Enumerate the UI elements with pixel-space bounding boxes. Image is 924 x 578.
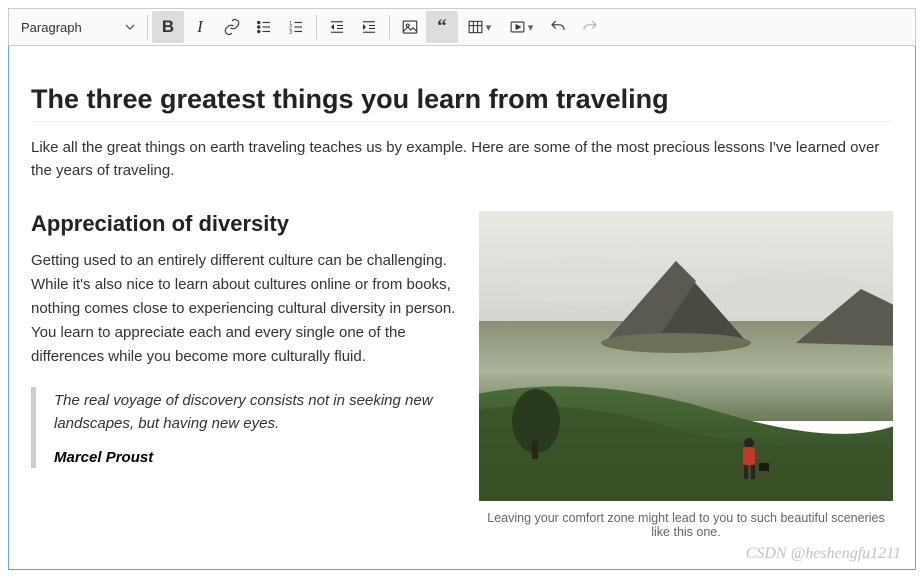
image-button[interactable] <box>394 11 426 43</box>
svg-text:3: 3 <box>289 30 292 36</box>
indent-icon <box>360 18 378 36</box>
link-icon <box>223 18 241 36</box>
image-icon <box>401 18 419 36</box>
body-paragraph[interactable]: Getting used to an entirely different cu… <box>31 249 461 369</box>
chevron-down-icon: ▾ <box>486 21 492 34</box>
link-button[interactable] <box>216 11 248 43</box>
bold-icon: B <box>162 17 174 37</box>
separator <box>316 15 317 39</box>
bold-button[interactable]: B <box>152 11 184 43</box>
blockquote[interactable]: The real voyage of discovery consists no… <box>31 387 461 469</box>
bulleted-list-icon <box>255 18 273 36</box>
media-button[interactable]: ▾ <box>500 11 542 43</box>
content-image[interactable] <box>479 211 893 501</box>
undo-button[interactable] <box>542 11 574 43</box>
quote-text: The real voyage of discovery consists no… <box>54 389 461 436</box>
outdent-icon <box>328 18 346 36</box>
italic-button[interactable]: I <box>184 11 216 43</box>
chevron-down-icon: ▾ <box>528 21 534 34</box>
quote-icon: “ <box>437 16 447 38</box>
editor-toolbar: Paragraph B I 123 “ ▾ ▾ <box>8 8 916 46</box>
editor-content-area[interactable]: The three greatest things you learn from… <box>8 46 916 570</box>
bulleted-list-button[interactable] <box>248 11 280 43</box>
separator <box>147 15 148 39</box>
text-column: Appreciation of diversity Getting used t… <box>31 211 461 539</box>
watermark: CSDN @heshengfu1211 <box>746 545 901 563</box>
blockquote-button[interactable]: “ <box>426 11 458 43</box>
heading-dropdown-label: Paragraph <box>21 20 82 35</box>
numbered-list-icon: 123 <box>287 18 305 36</box>
numbered-list-button[interactable]: 123 <box>280 11 312 43</box>
media-icon <box>509 18 526 36</box>
italic-icon: I <box>197 17 203 37</box>
separator <box>389 15 390 39</box>
subheading[interactable]: Appreciation of diversity <box>31 211 461 237</box>
redo-button[interactable] <box>574 11 606 43</box>
page-title[interactable]: The three greatest things you learn from… <box>31 84 893 122</box>
outdent-button[interactable] <box>321 11 353 43</box>
indent-button[interactable] <box>353 11 385 43</box>
image-column: Leaving your comfort zone might lead to … <box>479 211 893 539</box>
chevron-down-icon <box>125 20 135 35</box>
quote-author: Marcel Proust <box>54 449 461 466</box>
content-row: Appreciation of diversity Getting used t… <box>31 211 893 539</box>
image-caption: Leaving your comfort zone might lead to … <box>479 511 893 539</box>
table-icon <box>467 18 484 36</box>
intro-paragraph[interactable]: Like all the great things on earth trave… <box>31 136 893 183</box>
undo-icon <box>549 18 567 36</box>
redo-icon <box>581 18 599 36</box>
heading-dropdown[interactable]: Paragraph <box>13 12 143 42</box>
table-button[interactable]: ▾ <box>458 11 500 43</box>
